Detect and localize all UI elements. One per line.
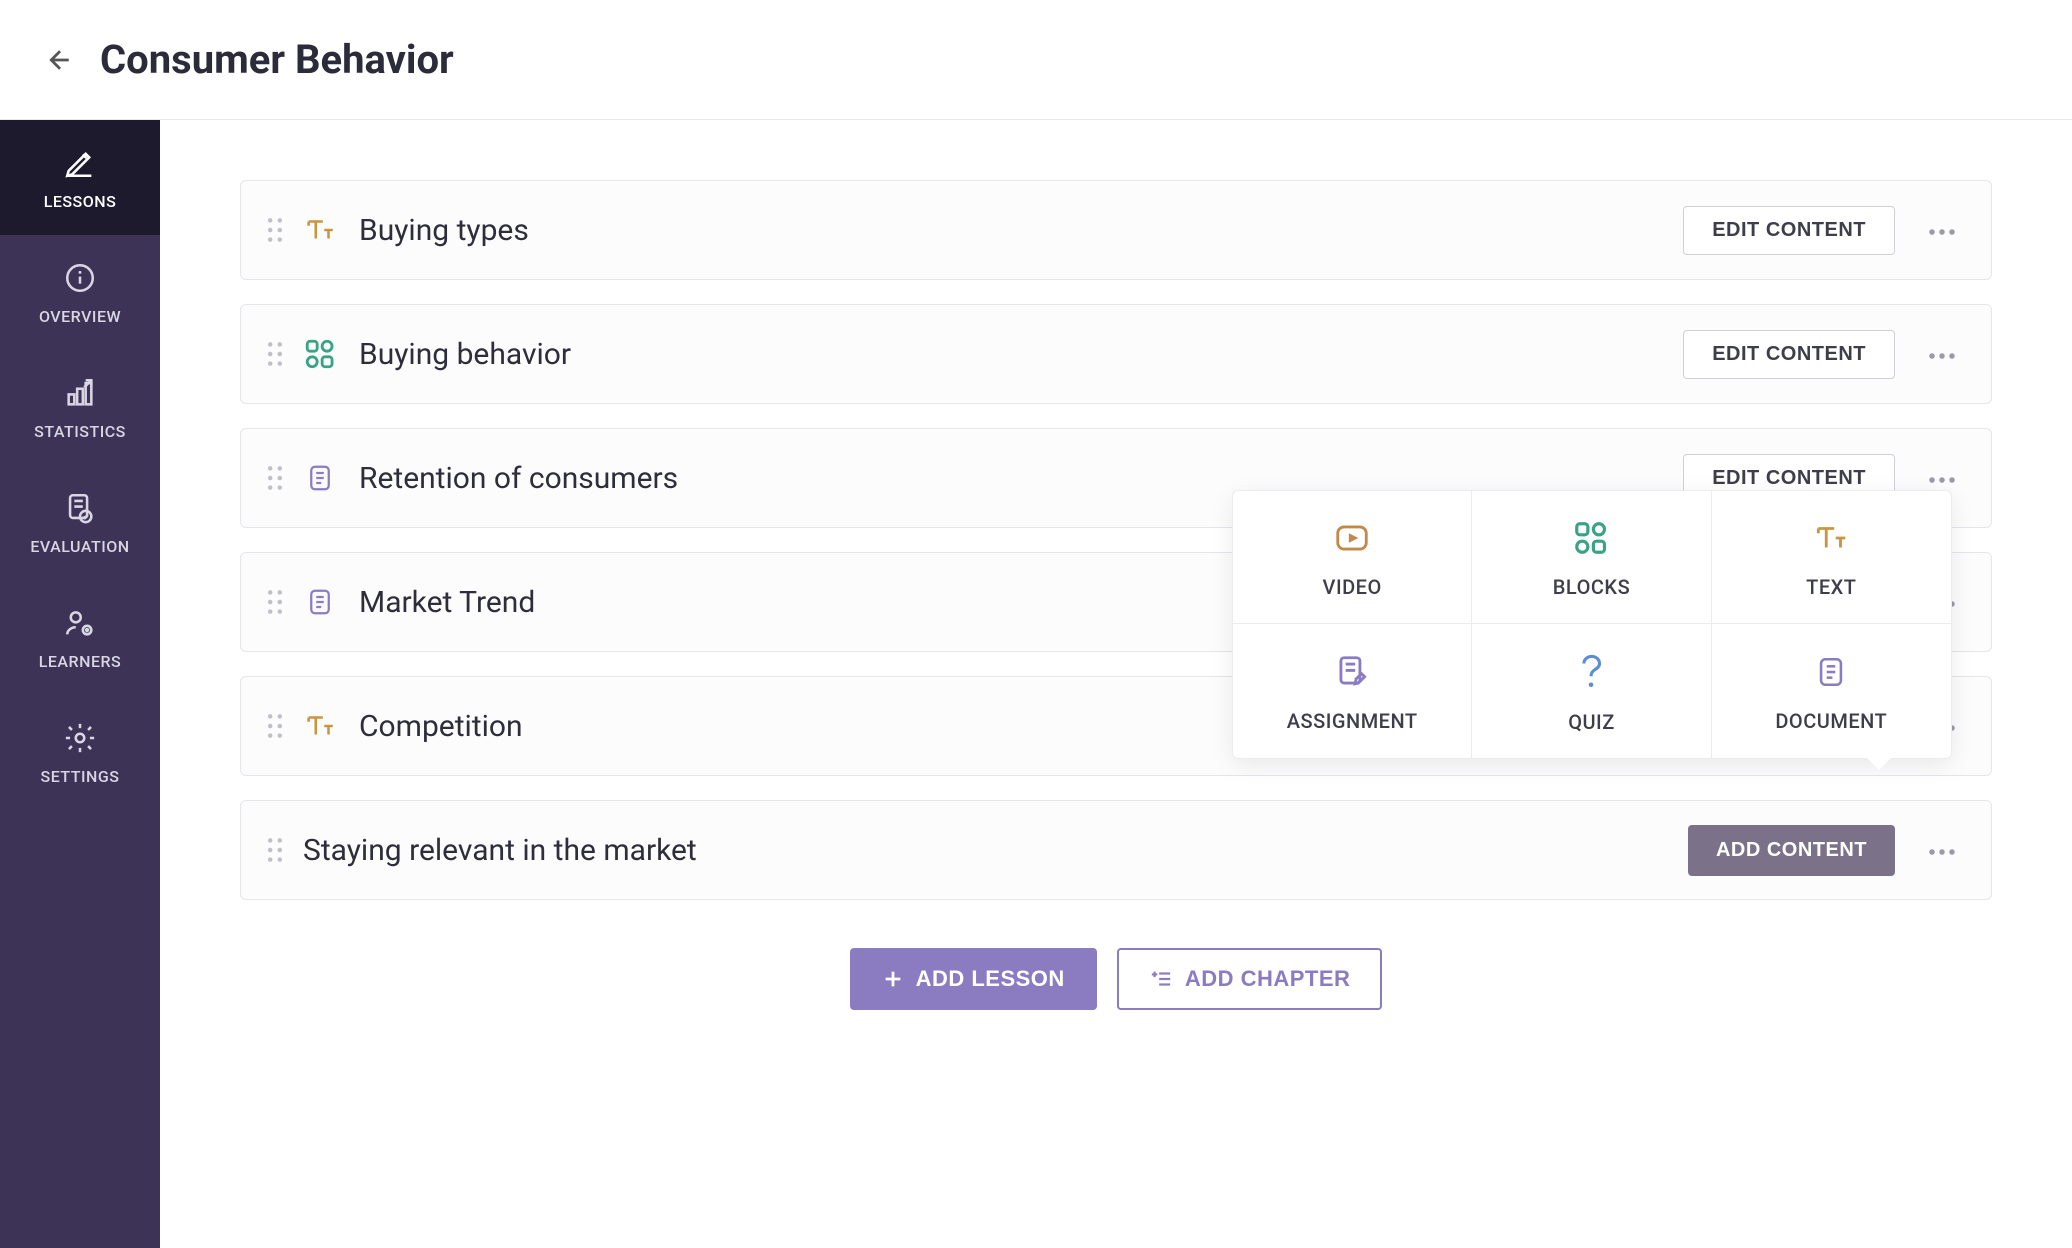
- lesson-title: Buying types: [359, 213, 1683, 248]
- add-lesson-label: ADD LESSON: [916, 966, 1065, 992]
- more-icon: [1927, 848, 1957, 856]
- sidebar-item-overview[interactable]: OVERVIEW: [0, 235, 160, 350]
- more-menu-button[interactable]: [1919, 213, 1965, 248]
- info-icon: [61, 259, 99, 297]
- text-icon: [303, 709, 337, 743]
- document-icon: [303, 585, 337, 619]
- text-icon: [303, 213, 337, 247]
- drag-handle-icon[interactable]: [267, 341, 283, 367]
- blocks-icon: [303, 337, 337, 371]
- drag-handle-icon[interactable]: [267, 217, 283, 243]
- sidebar-item-label: EVALUATION: [30, 537, 129, 556]
- sidebar-item-learners[interactable]: LEARNERS: [0, 580, 160, 695]
- video-icon: [1333, 519, 1371, 561]
- sidebar-item-label: LEARNERS: [39, 652, 122, 671]
- popover-option-label: ASSIGNMENT: [1287, 709, 1418, 733]
- bottom-actions: ADD LESSON ADD CHAPTER: [240, 948, 1992, 1010]
- add-lesson-button[interactable]: ADD LESSON: [850, 948, 1097, 1010]
- main-content: Buying types EDIT CONTENT Buying behavio…: [160, 120, 2072, 1248]
- quiz-icon: [1574, 652, 1608, 696]
- more-menu-button[interactable]: [1919, 833, 1965, 868]
- sidebar-item-settings[interactable]: SETTINGS: [0, 695, 160, 810]
- plus-icon: [882, 968, 904, 990]
- popover-option-document[interactable]: DOCUMENT: [1712, 624, 1951, 758]
- sidebar: LESSONS OVERVIEW STATISTICS EVALUATION L…: [0, 120, 160, 1248]
- topbar: Consumer Behavior: [0, 0, 2072, 120]
- learners-icon: [61, 604, 99, 642]
- edit-content-button[interactable]: EDIT CONTENT: [1683, 330, 1895, 379]
- assignment-icon: [1333, 653, 1371, 695]
- sidebar-item-evaluation[interactable]: EVALUATION: [0, 465, 160, 580]
- add-chapter-label: ADD CHAPTER: [1185, 966, 1351, 992]
- sidebar-item-label: STATISTICS: [34, 422, 126, 441]
- drag-handle-icon[interactable]: [267, 465, 283, 491]
- more-icon: [1927, 228, 1957, 236]
- evaluation-icon: [61, 489, 99, 527]
- add-chapter-button[interactable]: ADD CHAPTER: [1117, 948, 1383, 1010]
- add-chapter-icon: [1149, 968, 1173, 990]
- popover-option-label: DOCUMENT: [1775, 709, 1887, 733]
- lesson-row[interactable]: Buying types EDIT CONTENT: [240, 180, 1992, 280]
- document-icon: [303, 461, 337, 495]
- sidebar-item-lessons[interactable]: LESSONS: [0, 120, 160, 235]
- more-icon: [1927, 476, 1957, 484]
- pencil-icon: [61, 144, 99, 182]
- popover-option-blocks[interactable]: BLOCKS: [1472, 491, 1711, 624]
- popover-option-quiz[interactable]: QUIZ: [1472, 624, 1711, 758]
- drag-handle-icon[interactable]: [267, 837, 283, 863]
- blocks-icon: [1572, 519, 1610, 561]
- popover-option-label: VIDEO: [1323, 575, 1382, 599]
- popover-option-video[interactable]: VIDEO: [1233, 491, 1472, 624]
- sidebar-item-label: LESSONS: [44, 192, 117, 211]
- popover-option-label: QUIZ: [1568, 710, 1615, 734]
- drag-handle-icon[interactable]: [267, 713, 283, 739]
- gear-icon: [61, 719, 99, 757]
- edit-content-button[interactable]: EDIT CONTENT: [1683, 206, 1895, 255]
- document-icon: [1814, 653, 1848, 695]
- page-title: Consumer Behavior: [100, 36, 454, 83]
- popover-option-label: TEXT: [1806, 575, 1856, 599]
- more-menu-button[interactable]: [1919, 337, 1965, 372]
- lesson-title: Staying relevant in the market: [303, 833, 1688, 868]
- popover-option-label: BLOCKS: [1553, 575, 1630, 599]
- add-content-button[interactable]: ADD CONTENT: [1688, 825, 1895, 876]
- popover-option-text[interactable]: TEXT: [1712, 491, 1951, 624]
- sidebar-item-label: OVERVIEW: [39, 307, 121, 326]
- back-button[interactable]: [40, 40, 80, 80]
- more-icon: [1927, 352, 1957, 360]
- sidebar-item-label: SETTINGS: [41, 767, 120, 786]
- stats-icon: [61, 374, 99, 412]
- drag-handle-icon[interactable]: [267, 589, 283, 615]
- lesson-row[interactable]: Staying relevant in the market ADD CONTE…: [240, 800, 1992, 900]
- lesson-row[interactable]: Buying behavior EDIT CONTENT: [240, 304, 1992, 404]
- arrow-left-icon: [45, 45, 75, 75]
- popover-option-assignment[interactable]: ASSIGNMENT: [1233, 624, 1472, 758]
- content-type-popover: VIDEO BLOCKS TEXT ASSIGNMENT: [1232, 490, 1952, 759]
- sidebar-item-statistics[interactable]: STATISTICS: [0, 350, 160, 465]
- text-icon: [1812, 519, 1850, 561]
- lesson-title: Buying behavior: [359, 337, 1683, 372]
